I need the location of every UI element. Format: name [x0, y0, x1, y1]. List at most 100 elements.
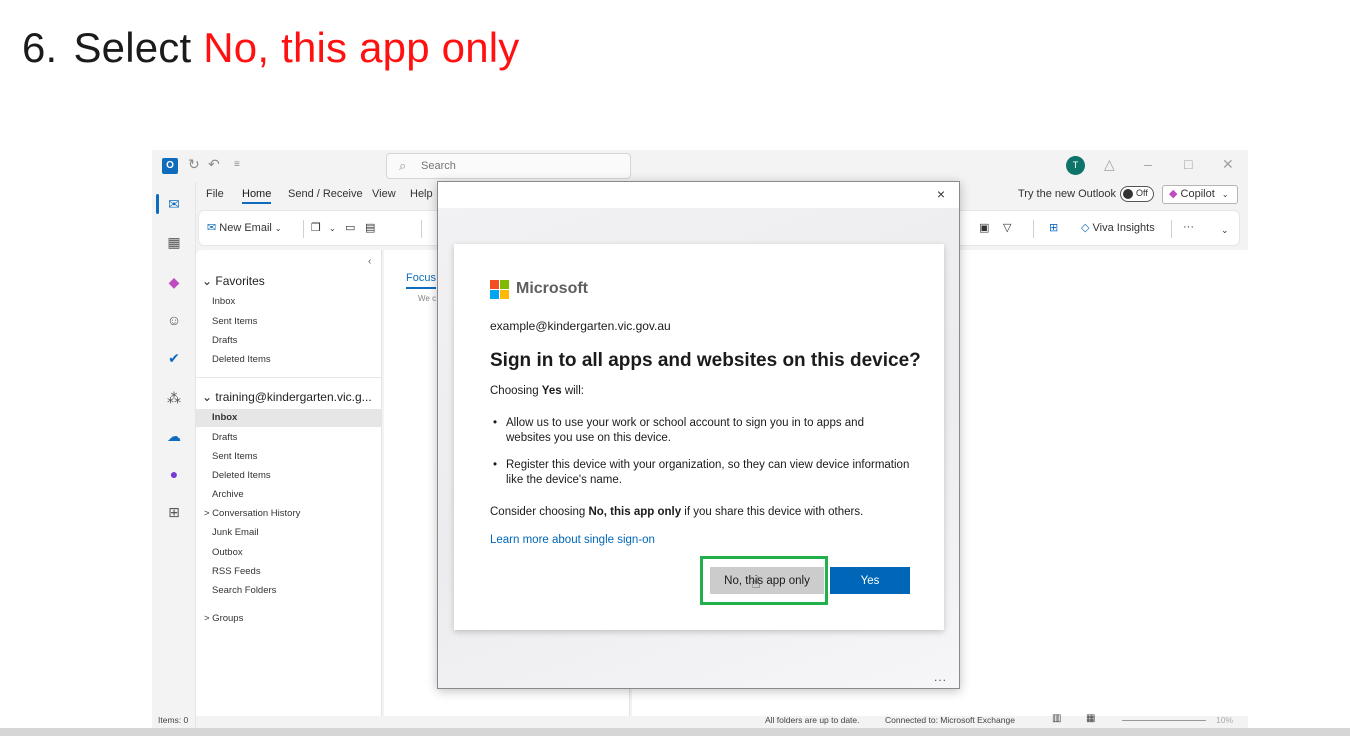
archive-icon[interactable]: ▭ — [345, 221, 355, 234]
consider-prefix: Consider choosing — [490, 506, 589, 518]
bullet-list: Allow us to use your work or school acco… — [490, 416, 910, 500]
folder-item[interactable]: RSS Feeds — [212, 566, 261, 577]
zoom-slider[interactable] — [1122, 720, 1206, 721]
loop-icon[interactable]: ● — [164, 464, 184, 484]
toolbar-separator — [303, 220, 304, 238]
search-box[interactable]: ⌕ — [386, 153, 631, 179]
dialog-title-bar: × — [438, 182, 959, 208]
viva-insights-label: Viva Insights — [1092, 222, 1155, 234]
normal-view-icon[interactable]: ▥ — [1052, 713, 1061, 724]
copilot-icon[interactable]: ◆ — [164, 272, 184, 292]
onedrive-icon[interactable]: ☁ — [164, 426, 184, 446]
consider-suffix: if you share this device with others. — [681, 506, 864, 518]
favorites-header[interactable]: ⌄ Favorites — [202, 274, 265, 288]
toolbar-separator — [1171, 220, 1172, 238]
outlook-app-icon: O — [162, 158, 178, 174]
favorites-label: Favorites — [215, 274, 265, 288]
copilot-button[interactable]: ◆ Copilot ⌄ — [1162, 185, 1238, 204]
hand-cursor-icon: ☝ — [751, 575, 761, 592]
sync-status: All folders are up to date. — [765, 715, 860, 725]
bullet-item: Allow us to use your work or school acco… — [490, 416, 910, 446]
tab-file[interactable]: File — [206, 188, 224, 200]
folder-item[interactable]: Outbox — [212, 547, 243, 558]
notification-bell-icon[interactable]: △ — [1104, 156, 1115, 173]
sync-icon[interactable]: ↻ — [188, 156, 200, 173]
tab-help[interactable]: Help — [410, 188, 433, 200]
mail-icon[interactable]: ✉ — [164, 194, 184, 214]
collapse-pane-icon[interactable]: ‹ — [368, 256, 371, 267]
dialog-more-icon[interactable]: ... — [934, 670, 947, 684]
folder-item[interactable]: Drafts — [212, 432, 237, 443]
calendar-icon[interactable]: ▦ — [164, 232, 184, 252]
window-close-icon[interactable]: ✕ — [1222, 156, 1234, 173]
groups-header[interactable]: > Groups — [204, 613, 243, 624]
todo-icon[interactable]: ✔ — [164, 348, 184, 368]
apps-grid-icon[interactable]: ⊞ — [1049, 221, 1058, 234]
folder-item[interactable]: > Conversation History — [204, 508, 300, 519]
folder-item[interactable]: Junk Email — [212, 527, 258, 538]
ribbon-expand-chevron-icon[interactable]: ⌄ — [1221, 225, 1229, 236]
copilot-small-icon: ◆ — [1169, 188, 1178, 200]
delete-icon[interactable]: ❒ — [311, 221, 321, 234]
tab-focused[interactable]: Focus — [406, 272, 436, 289]
apps-icon[interactable]: ⊞ — [164, 502, 184, 522]
org-explorer-icon[interactable]: ⁂ — [164, 388, 184, 408]
step-number: 6. — [22, 24, 58, 71]
chevron-down-icon: ⌄ — [1221, 190, 1229, 199]
zoom-level: 10% — [1216, 715, 1234, 725]
search-icon: ⌕ — [399, 158, 407, 173]
restore-icon[interactable]: □ — [1184, 156, 1192, 172]
instruction-prefix: Select — [73, 24, 192, 71]
rail-active-indicator — [156, 194, 159, 214]
new-email-icon: ✉ — [207, 222, 217, 234]
intro-bold: Yes — [541, 385, 562, 397]
folder-item[interactable]: Deleted Items — [212, 470, 271, 481]
address-book-icon[interactable]: ▣ — [979, 221, 989, 234]
bullet-item: Register this device with your organizat… — [490, 458, 910, 488]
nav-rail: ✉ ▦ ◆ ☺ ✔ ⁂ ☁ ● ⊞ — [152, 182, 196, 728]
intro-suffix: will: — [561, 385, 584, 397]
folder-item[interactable]: Drafts — [212, 335, 237, 346]
instruction-highlight: No, this app only — [203, 24, 520, 71]
filter-icon[interactable]: ▽ — [1003, 221, 1011, 234]
instruction-heading: 6. Select No, this app only — [22, 24, 520, 72]
consider-bold: No, this app only — [588, 506, 682, 518]
move-icon[interactable]: ▤ — [365, 221, 375, 234]
tab-view[interactable]: View — [372, 188, 396, 200]
tab-send-receive[interactable]: Send / Receive — [288, 188, 363, 200]
folder-item[interactable]: Deleted Items — [212, 354, 271, 365]
dialog-close-icon[interactable]: × — [937, 186, 945, 202]
folder-item[interactable]: Inbox — [212, 296, 235, 307]
folder-item[interactable]: Search Folders — [212, 585, 276, 596]
tab-home[interactable]: Home — [242, 188, 272, 204]
chevron-down-icon[interactable]: ⌄ — [329, 224, 336, 233]
account-label: training@kindergarten.vic.g... — [215, 390, 372, 404]
folder-item[interactable]: Inbox — [212, 412, 237, 423]
intro-text: Choosing Yes will: — [490, 385, 584, 397]
account-header[interactable]: ⌄ training@kindergarten.vic.g... — [202, 390, 372, 404]
viva-insights-icon: ◇ — [1081, 222, 1090, 234]
chevron-down-icon: ⌄ — [274, 224, 282, 233]
customize-qat-icon[interactable]: ≡ — [234, 159, 240, 170]
minimize-icon[interactable]: – — [1144, 156, 1152, 172]
new-email-button[interactable]: ✉ New Email ⌄ — [207, 221, 282, 234]
sign-in-card: Microsoft example@kindergarten.vic.gov.a… — [454, 244, 944, 630]
people-icon[interactable]: ☺ — [164, 310, 184, 330]
reading-view-icon[interactable]: ▦ — [1086, 713, 1095, 724]
undo-icon[interactable]: ↶ — [208, 156, 220, 173]
learn-more-link[interactable]: Learn more about single sign-on — [490, 534, 655, 546]
empty-list-text: We c — [418, 294, 437, 303]
viva-insights-button[interactable]: ◇ Viva Insights — [1081, 221, 1155, 234]
try-new-outlook-toggle[interactable]: Off — [1120, 186, 1154, 202]
copilot-label: Copilot — [1180, 188, 1215, 200]
yes-button[interactable]: Yes — [830, 567, 910, 594]
folder-item[interactable]: Sent Items — [212, 451, 257, 462]
dialog-title: Sign in to all apps and websites on this… — [490, 350, 921, 371]
toolbar-separator — [421, 220, 422, 238]
avatar[interactable]: T — [1066, 156, 1085, 175]
folder-item[interactable]: Archive — [212, 489, 244, 500]
search-input[interactable] — [421, 158, 621, 174]
highlight-frame — [700, 556, 828, 605]
more-commands-icon[interactable]: ··· — [1183, 221, 1194, 233]
folder-item[interactable]: Sent Items — [212, 316, 257, 327]
